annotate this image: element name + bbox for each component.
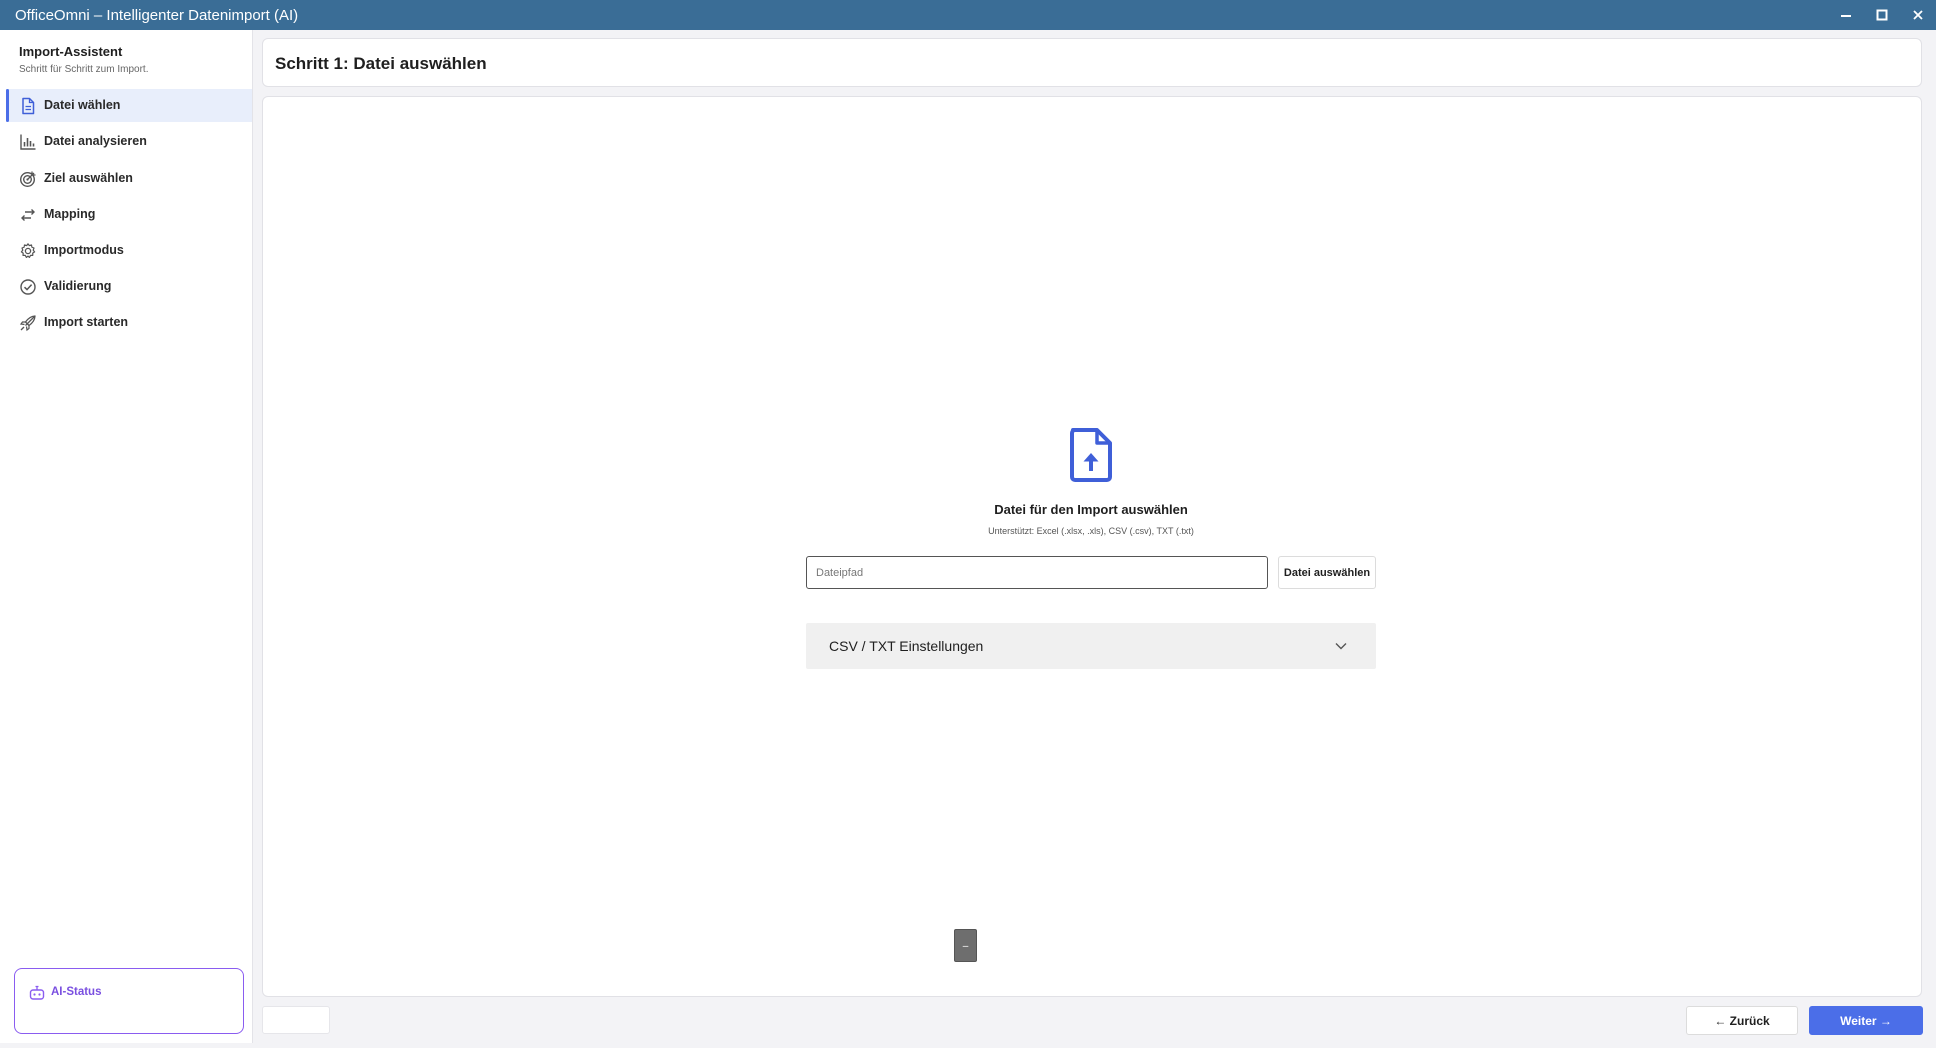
file-path-input[interactable] [806, 556, 1268, 589]
sidebar-item-datei-analysieren[interactable]: Datei analysieren [6, 125, 252, 158]
rocket-icon [19, 315, 36, 332]
sidebar-item-label: Mapping [44, 207, 96, 221]
page-title: Schritt 1: Datei auswählen [275, 54, 487, 73]
small-dash-button[interactable]: – [954, 929, 977, 962]
sidebar-item-mapping[interactable]: Mapping [6, 198, 252, 231]
window-title: OfficeOmni – Intelligenter Datenimport (… [15, 6, 299, 24]
ai-status-panel[interactable]: AI-Status [14, 968, 244, 1034]
sidebar-item-validierung[interactable]: Validierung [6, 270, 252, 303]
sidebar-item-label: Validierung [44, 279, 112, 293]
footer-empty-button[interactable] [262, 1006, 330, 1034]
gear-icon [20, 243, 36, 258]
back-button[interactable]: ← Zurück [1686, 1006, 1798, 1035]
minimize-icon[interactable] [1828, 0, 1864, 30]
target-icon [19, 171, 36, 188]
sidebar-item-label: Import starten [44, 315, 129, 329]
maximize-icon[interactable] [1864, 0, 1900, 30]
title-bar: OfficeOmni – Intelligenter Datenimport (… [0, 0, 1936, 30]
chevron-down-icon [1335, 643, 1347, 650]
sidebar-item-label: Ziel auswählen [44, 171, 133, 185]
sidebar-item-importmodus[interactable]: Importmodus [6, 234, 252, 267]
upload-title: Datei für den Import auswählen [994, 502, 1188, 517]
check-circle-icon [20, 279, 36, 295]
sidebar-item-label: Datei wählen [44, 98, 121, 112]
csv-settings-label: CSV / TXT Einstellungen [829, 638, 984, 654]
arrows-swap-icon [21, 209, 35, 221]
robot-icon [29, 985, 45, 1000]
content-panel [262, 96, 1922, 997]
sidebar-subtitle: Schritt für Schritt zum Import. [19, 64, 149, 75]
sidebar-header: Import-Assistent Schritt für Schritt zum… [19, 44, 148, 75]
upload-subtitle: Unterstützt: Excel (.xlsx, .xls), CSV (.… [988, 526, 1194, 536]
sidebar-item-import-starten[interactable]: Import starten [6, 306, 252, 339]
sidebar: Import-Assistent Schritt für Schritt zum… [0, 30, 253, 1043]
sidebar-title: Import-Assistent [19, 44, 123, 59]
close-icon[interactable] [1900, 0, 1936, 30]
sidebar-item-label: Importmodus [44, 243, 124, 257]
ai-status-label: AI-Status [51, 986, 102, 998]
choose-file-button[interactable]: Datei auswählen [1278, 556, 1376, 589]
next-button[interactable]: Weiter → [1809, 1006, 1923, 1035]
sidebar-item-label: Datei analysieren [44, 134, 147, 148]
csv-settings-expander[interactable]: CSV / TXT Einstellungen [806, 623, 1376, 669]
sidebar-item-datei-waehlen[interactable]: Datei wählen [6, 89, 252, 122]
bar-chart-icon [20, 134, 36, 150]
sidebar-item-ziel-auswaehlen[interactable]: Ziel auswählen [6, 162, 252, 195]
step-header: Schritt 1: Datei auswählen [262, 38, 1922, 87]
file-icon [22, 97, 35, 115]
file-upload-icon [1070, 428, 1112, 482]
